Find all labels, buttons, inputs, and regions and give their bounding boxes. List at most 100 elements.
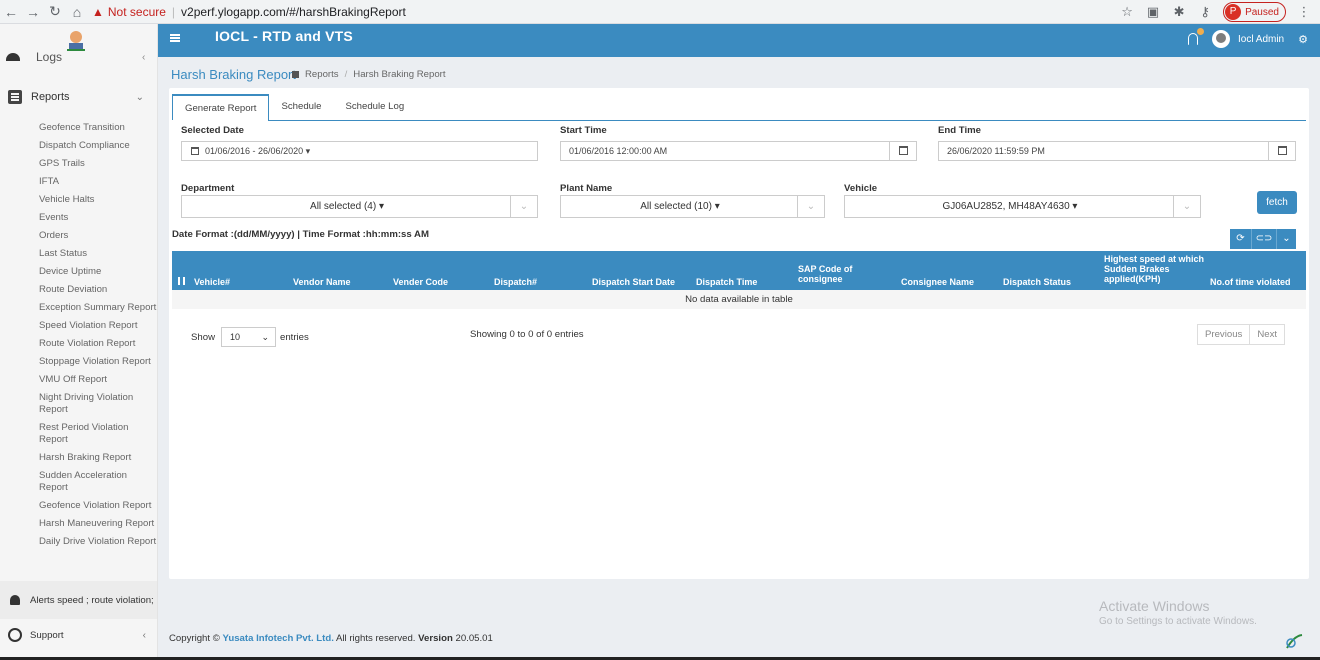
next-page-button[interactable]: Next xyxy=(1250,324,1286,345)
tab-schedule[interactable]: Schedule xyxy=(269,94,333,120)
vehicle-label: Vehicle xyxy=(844,183,878,194)
column-header[interactable]: Dispatch Time xyxy=(696,277,776,287)
sidebar-subitem[interactable]: IFTA xyxy=(39,173,157,191)
vehicle-select[interactable]: GJ06AU2852, MH48AY4630 ▾ ⌄ xyxy=(844,195,1201,218)
column-header[interactable]: Highest speed at which Sudden Brakes app… xyxy=(1104,254,1209,284)
sidebar-subitem[interactable]: VMU Off Report xyxy=(39,371,157,389)
calendar-icon[interactable] xyxy=(1278,146,1287,155)
column-header[interactable]: No.of time violated xyxy=(1210,277,1306,287)
column-header[interactable]: SAP Code of consignee xyxy=(798,264,878,284)
hamburger-menu-icon[interactable] xyxy=(170,34,180,42)
table-info: Showing 0 to 0 of 0 entries xyxy=(470,329,584,340)
table-toolbar: ⟳ ⊂⊃ ⌄ xyxy=(1230,229,1296,249)
column-header[interactable]: Vender Code xyxy=(393,277,473,287)
end-time-label: End Time xyxy=(938,125,982,136)
sidebar-subitem[interactable]: GPS Trails xyxy=(39,155,157,173)
forward-arrow-icon[interactable]: → xyxy=(22,4,44,20)
column-header[interactable]: Vehicle# xyxy=(194,277,264,287)
app-root: { "browser": { "nav_icons": ["back-arrow… xyxy=(0,0,1320,660)
tab-schedule-log[interactable]: Schedule Log xyxy=(333,94,416,120)
star-icon[interactable]: ☆ xyxy=(1119,4,1135,20)
breadcrumb: Reports / Harsh Braking Report xyxy=(292,69,446,80)
user-menu[interactable]: Iocl Admin xyxy=(1211,30,1285,48)
settings-gears-icon[interactable]: ⚙ xyxy=(1298,33,1308,46)
previous-page-button[interactable]: Previous xyxy=(1197,324,1251,345)
sidebar-subitem[interactable]: Events xyxy=(39,209,157,227)
version-label: Version xyxy=(418,633,453,644)
column-header[interactable]: Dispatch Start Date xyxy=(592,277,692,287)
sidebar-subitem[interactable]: Last Status xyxy=(39,245,157,263)
sidebar-subitem[interactable]: Geofence Violation Report xyxy=(39,497,157,515)
breadcrumb-separator: / xyxy=(344,69,348,80)
profile-paused-button[interactable]: P Paused xyxy=(1223,2,1286,22)
home-icon[interactable]: ⌂ xyxy=(66,4,88,20)
sidebar-subitem[interactable]: Daily Drive Violation Report xyxy=(39,533,157,551)
sidebar-subitem[interactable]: Rest Period Violation Report xyxy=(39,419,157,449)
copyright-prefix: Copyright © xyxy=(169,633,220,644)
sidebar-item-alerts[interactable]: Alerts speed ; route violation; xyxy=(0,581,157,619)
sort-icon[interactable] xyxy=(178,277,185,285)
company-link[interactable]: Yusata Infotech Pvt. Ltd. xyxy=(222,633,333,644)
empty-table-message: No data available in table xyxy=(172,290,1306,309)
fetch-button[interactable]: fetch xyxy=(1257,191,1297,214)
more-menu-icon[interactable]: ⋮ xyxy=(1296,4,1312,20)
puzzle-icon[interactable]: ✱ xyxy=(1171,4,1187,20)
user-name: Iocl Admin xyxy=(1237,33,1285,45)
sidebar-subitem[interactable]: Geofence Transition xyxy=(39,119,157,137)
sidebar-item-logs[interactable]: Logs ‹ xyxy=(6,50,145,64)
sidebar-subitem[interactable]: Route Violation Report xyxy=(39,335,157,353)
reload-icon[interactable]: ↻ xyxy=(44,3,66,20)
sidebar-subitem[interactable]: Orders xyxy=(39,227,157,245)
start-time-value: 01/06/2016 12:00:00 AM xyxy=(569,146,668,156)
sidebar-subitem[interactable]: Exception Summary Report xyxy=(39,299,157,317)
page-length-control: Show 10 ⌄ entries xyxy=(191,327,309,347)
company-logo-icon xyxy=(1286,634,1303,649)
sidebar-subitem[interactable]: Harsh Braking Report xyxy=(39,449,157,467)
sidebar-subitem[interactable]: Vehicle Halts xyxy=(39,191,157,209)
rights-text: All rights reserved. xyxy=(336,633,416,644)
tab-bar: Generate Report Schedule Schedule Log xyxy=(172,94,416,120)
sidebar-item-label: Alerts speed ; route violation; xyxy=(30,594,154,606)
selected-date-label: Selected Date xyxy=(181,125,244,136)
sidebar-subitem[interactable]: Route Deviation xyxy=(39,281,157,299)
sidebar-subitem[interactable]: Sudden Acceleration Report xyxy=(39,467,157,497)
show-label: Show xyxy=(191,331,215,343)
format-note: Date Format :(dd/MM/yyyy) | Time Format … xyxy=(172,229,429,240)
sidebar-subitem[interactable]: Dispatch Compliance xyxy=(39,137,157,155)
back-arrow-icon[interactable]: ← xyxy=(0,4,22,20)
tab-generate-report[interactable]: Generate Report xyxy=(172,94,270,120)
sidebar-item-support[interactable]: Support ‹ xyxy=(8,628,150,642)
address-bar[interactable]: ▲ Not secure | v2perf.ylogapp.com/#/hars… xyxy=(92,2,406,22)
date-range-picker[interactable]: 01/06/2016 - 26/06/2020 ▾ xyxy=(181,141,538,161)
sidebar-item-reports[interactable]: Reports ⌄ xyxy=(8,90,148,104)
refresh-icon[interactable]: ⟳ xyxy=(1230,229,1252,249)
extension-icon[interactable]: ▣ xyxy=(1145,4,1161,20)
notification-bell-icon[interactable] xyxy=(1187,28,1204,45)
start-time-field[interactable]: 01/06/2016 12:00:00 AM xyxy=(560,141,917,161)
sidebar-subitem[interactable]: Night Driving Violation Report xyxy=(39,389,157,419)
sidebar-subitem[interactable]: Device Uptime xyxy=(39,263,157,281)
sidebar-subitem[interactable]: Harsh Maneuvering Report xyxy=(39,515,157,533)
department-label: Department xyxy=(181,183,235,194)
sidebar-item-label: Support xyxy=(30,629,64,641)
url-text[interactable]: v2perf.ylogapp.com/#/harshBrakingReport xyxy=(181,5,406,19)
column-header[interactable]: Consignee Name xyxy=(901,277,991,287)
reports-submenu: Geofence Transition Dispatch Compliance GP… xyxy=(39,119,157,551)
plant-name-select[interactable]: All selected (10) ▾ ⌄ xyxy=(560,195,825,218)
department-select[interactable]: All selected (4) ▾ ⌄ xyxy=(181,195,538,218)
sidebar-subitem[interactable]: Speed Violation Report xyxy=(39,317,157,335)
column-header[interactable]: Vendor Name xyxy=(293,277,373,287)
profile-avatar: P xyxy=(1225,4,1242,20)
breadcrumb-reports[interactable]: Reports xyxy=(305,69,339,80)
page-length-select[interactable]: 10 ⌄ xyxy=(221,327,276,347)
sidebar-subitem[interactable]: Stoppage Violation Report xyxy=(39,353,157,371)
column-toggle-icon[interactable]: ⊂⊃ xyxy=(1252,229,1277,249)
column-header[interactable]: Dispatch# xyxy=(494,277,564,287)
column-header[interactable]: Dispatch Status xyxy=(1003,277,1083,287)
key-icon[interactable]: ⚷ xyxy=(1197,4,1213,20)
export-dropdown-icon[interactable]: ⌄ xyxy=(1277,229,1296,249)
calendar-icon[interactable] xyxy=(899,146,908,155)
end-time-field[interactable]: 26/06/2020 11:59:59 PM xyxy=(938,141,1296,161)
top-header: IOCL - RTD and VTS Iocl Admin ⚙ xyxy=(158,24,1320,57)
field-divider xyxy=(889,141,890,161)
